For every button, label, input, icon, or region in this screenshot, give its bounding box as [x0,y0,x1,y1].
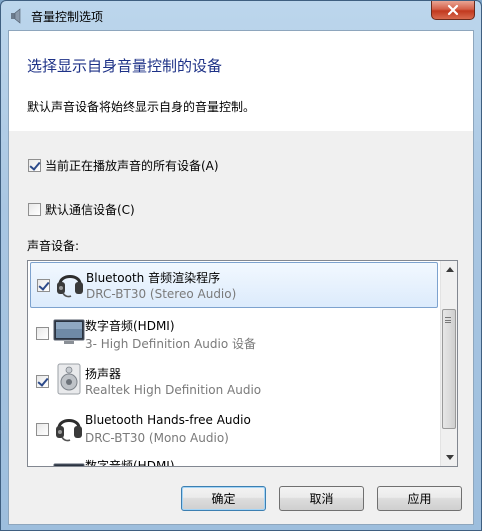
window-title: 音量控制选项 [31,10,104,24]
device-name: 扬声器 [85,367,122,381]
speaker-icon [11,8,21,24]
sound-devices-list[interactable]: Bluetooth 音频渲染程序 DRC-BT30 (Stereo Audio)… [27,260,458,467]
device-name: 数字音频(HDMI) [85,319,175,333]
scroll-thumb[interactable] [442,309,456,429]
chevron-down-icon [445,455,454,460]
default-comm-device-label: 默认通信设备(C) [45,203,135,217]
device-description: 3- High Definition Audio 设备 [85,337,257,351]
headset-icon [57,275,83,298]
device-checkbox[interactable] [37,279,50,292]
sound-devices-list-content: Bluetooth 音频渲染程序 DRC-BT30 (Stereo Audio)… [28,261,440,466]
list-item-bluetooth-handsfree[interactable]: Bluetooth Hands-free Audio DRC-BT30 (Mon… [30,407,438,453]
monitor-icon [53,319,85,344]
device-checkbox[interactable] [36,375,49,388]
scroll-grip-icon [445,317,451,323]
device-name: Bluetooth 音频渲染程序 [86,271,221,285]
ok-button[interactable]: 确定 [181,486,266,511]
close-icon [447,4,459,16]
device-name: 数字音频(HDMI) [85,459,175,466]
default-comm-device-option[interactable]: 默认通信设备(C) [28,201,135,218]
device-checkbox[interactable] [36,327,49,340]
list-item-hdmi-audio[interactable]: 数字音频(HDMI) 3- High Definition Audio 设备 [30,311,438,357]
monitor-icon [53,463,85,466]
apply-button[interactable]: 应用 [377,486,462,511]
default-comm-device-checkbox[interactable] [28,203,41,216]
cancel-button[interactable]: 取消 [279,486,364,511]
chevron-up-icon [445,267,454,272]
device-description: DRC-BT30 (Mono Audio) [85,431,229,445]
vertical-scrollbar[interactable] [440,261,457,466]
close-button[interactable] [431,1,475,20]
all-playing-devices-checkbox[interactable] [28,159,41,172]
speaker-icon [57,363,81,395]
header-band [9,31,473,131]
description-text: 默认声音设备将始终显示自身的音量控制。 [27,100,256,114]
device-description: DRC-BT30 (Stereo Audio) [86,287,237,301]
device-name: Bluetooth Hands-free Audio [85,413,251,427]
title-bar[interactable]: 音量控制选项 [1,1,481,31]
device-description: Realtek High Definition Audio [85,383,262,397]
page-title: 选择显示自身音量控制的设备 [27,57,223,75]
device-checkbox[interactable] [36,423,49,436]
list-item-bluetooth-audio[interactable]: Bluetooth 音频渲染程序 DRC-BT30 (Stereo Audio) [30,262,438,308]
list-item-hdmi-audio-2[interactable]: 数字音频(HDMI) [30,455,438,466]
scroll-down-button[interactable] [441,449,457,466]
headset-icon [56,419,82,442]
list-item-speakers[interactable]: 扬声器 Realtek High Definition Audio [30,359,438,405]
scroll-up-button[interactable] [441,261,457,278]
all-playing-devices-label: 当前正在播放声音的所有设备(A) [45,159,219,173]
dialog-window: 音量控制选项 选择显示自身音量控制的设备 默认声音设备将始终显示自身的音量控制。… [0,0,482,531]
all-playing-devices-option[interactable]: 当前正在播放声音的所有设备(A) [28,157,219,174]
dialog-client-area: 选择显示自身音量控制的设备 默认声音设备将始终显示自身的音量控制。 当前正在播放… [8,30,474,525]
sound-devices-label: 声音设备: [27,239,80,253]
